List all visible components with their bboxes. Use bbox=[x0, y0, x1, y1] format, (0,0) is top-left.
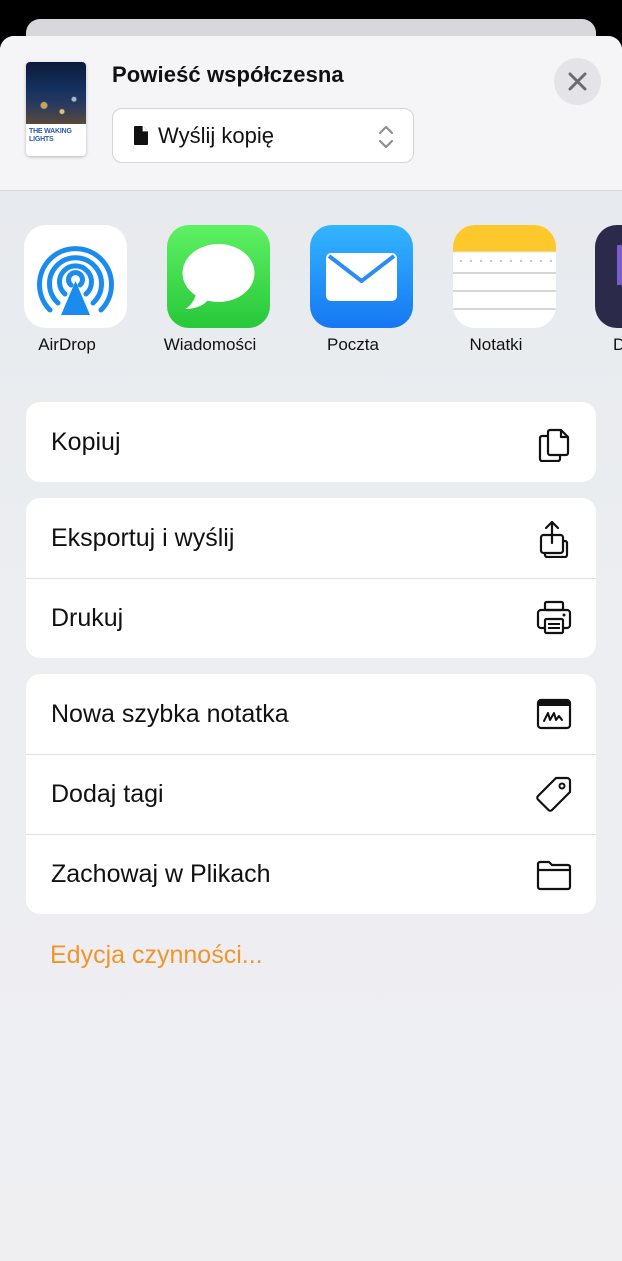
app-partial[interactable]: D bbox=[578, 225, 622, 365]
mail-icon bbox=[310, 225, 413, 328]
action-label: Kopiuj bbox=[51, 428, 121, 456]
share-sheet: THE WAKING LIGHTS Powieść współczesna Wy… bbox=[0, 36, 622, 1261]
action-quick-note[interactable]: Nowa szybka notatka bbox=[26, 674, 596, 754]
send-mode-label: Wyślij kopię bbox=[158, 123, 274, 148]
action-label: Nowa szybka notatka bbox=[51, 700, 289, 728]
app-label: D bbox=[613, 335, 622, 354]
share-sheet-header: THE WAKING LIGHTS Powieść współczesna Wy… bbox=[0, 36, 622, 191]
action-add-tags[interactable]: Dodaj tagi bbox=[26, 754, 596, 834]
document-title: Powieść współczesna bbox=[112, 62, 344, 87]
action-save-to-files[interactable]: Zachowaj w Plikach bbox=[26, 834, 596, 914]
action-group-export: Eksportuj i wyślij Drukuj bbox=[26, 498, 596, 658]
action-export-send[interactable]: Eksportuj i wyślij bbox=[26, 498, 596, 578]
app-notes[interactable]: Notatki bbox=[436, 225, 556, 365]
messages-icon bbox=[167, 225, 270, 328]
send-mode-picker[interactable]: Wyślij kopię bbox=[112, 108, 414, 163]
close-icon bbox=[568, 72, 587, 91]
copy-icon bbox=[538, 428, 570, 462]
document-thumbnail: THE WAKING LIGHTS bbox=[26, 62, 86, 156]
action-label: Dodaj tagi bbox=[51, 780, 164, 808]
close-button[interactable] bbox=[554, 58, 601, 105]
action-group-other: Nowa szybka notatka Dodaj tagi Zachowaj … bbox=[26, 674, 596, 914]
app-label: Poczta bbox=[327, 335, 379, 354]
action-label: Drukuj bbox=[51, 604, 124, 632]
action-print[interactable]: Drukuj bbox=[26, 578, 596, 658]
folder-icon bbox=[536, 860, 572, 891]
chevron-up-down-icon bbox=[378, 125, 394, 149]
app-label: Notatki bbox=[469, 335, 523, 354]
cover-title: THE WAKING LIGHTS bbox=[29, 128, 72, 143]
app-messages[interactable]: Wiadomości bbox=[150, 225, 270, 365]
share-icon bbox=[539, 520, 569, 558]
action-label: Eksportuj i wyślij bbox=[51, 524, 235, 552]
app-icon bbox=[595, 225, 622, 328]
app-label: AirDrop bbox=[38, 335, 96, 354]
action-group-copy: Kopiuj bbox=[26, 402, 596, 482]
edit-actions-link[interactable]: Edycja czynności... bbox=[50, 941, 263, 970]
tag-icon bbox=[536, 776, 572, 812]
app-airdrop[interactable]: AirDrop bbox=[7, 225, 127, 365]
app-row: AirDrop Wiadomości Poczta Notatki D bbox=[0, 225, 622, 365]
app-label: Wiadomości bbox=[163, 335, 257, 354]
printer-icon bbox=[536, 600, 572, 635]
quick-note-icon bbox=[536, 698, 572, 730]
airdrop-icon bbox=[24, 225, 127, 328]
notes-icon bbox=[453, 225, 556, 328]
action-label: Zachowaj w Plikach bbox=[51, 860, 271, 888]
app-mail[interactable]: Poczta bbox=[293, 225, 413, 365]
action-copy[interactable]: Kopiuj bbox=[26, 402, 596, 482]
document-icon bbox=[134, 126, 148, 145]
